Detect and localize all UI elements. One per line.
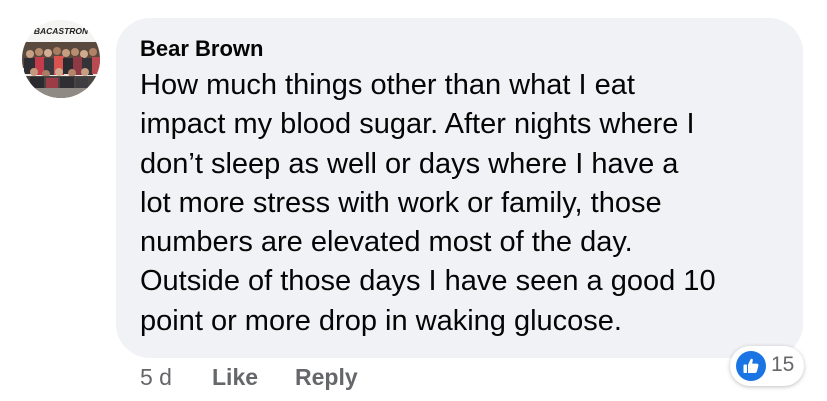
comment-bubble: Bear Brown How much things other than wh… bbox=[116, 18, 803, 358]
comment-timestamp[interactable]: 5 d bbox=[140, 364, 172, 391]
comment-line: numbers are elevated most of the day. bbox=[140, 226, 633, 259]
comment-line: lot more stress with work or family, tho… bbox=[140, 186, 662, 219]
svg-text:BACASTRON: BACASTRON bbox=[34, 26, 89, 36]
thumbs-up-icon bbox=[736, 351, 766, 381]
author-name[interactable]: Bear Brown bbox=[140, 36, 263, 62]
comment-body: How much things other than what I eat im… bbox=[140, 66, 790, 341]
reaction-summary[interactable]: 15 bbox=[730, 346, 804, 386]
comment-container: BACASTRON Bear Brown How much things oth… bbox=[0, 0, 827, 401]
avatar[interactable]: BACASTRON bbox=[22, 20, 100, 98]
reply-button[interactable]: Reply bbox=[295, 364, 358, 391]
comment-line: How much things other than what I eat bbox=[140, 69, 635, 101]
avatar-group-photo: BACASTRON bbox=[22, 20, 100, 98]
like-button[interactable]: Like bbox=[212, 364, 258, 391]
comment-line: point or more drop in waking glucose. bbox=[140, 304, 622, 337]
comment-line: impact my blood sugar. After nights wher… bbox=[140, 108, 695, 141]
comment-line: Outside of those days I have seen a good… bbox=[140, 265, 716, 298]
comment-line: don’t sleep as well or days where I have… bbox=[140, 147, 679, 180]
reaction-count: 15 bbox=[771, 353, 795, 376]
